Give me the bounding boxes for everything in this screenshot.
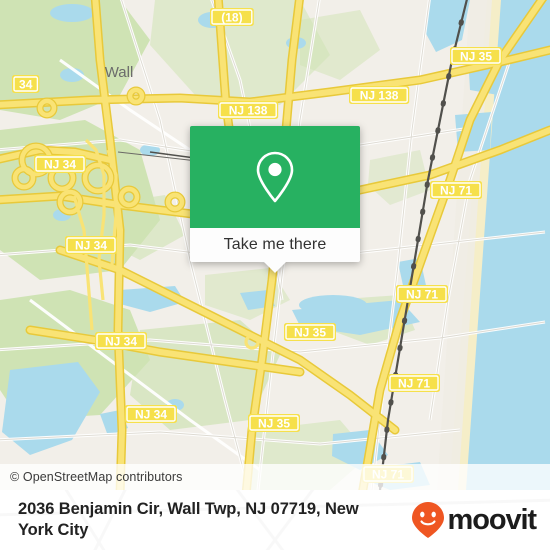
map-pin-icon (256, 151, 294, 203)
route-shield-label: 34 (19, 77, 33, 91)
route-shield: NJ 34 (65, 236, 117, 254)
route-shield-label: NJ 34 (105, 334, 137, 348)
route-shield-label: NJ 35 (460, 49, 492, 63)
route-shield-label: NJ 35 (294, 325, 326, 339)
route-shield-label: (18) (221, 10, 242, 24)
take-me-there-button[interactable]: Take me there (190, 228, 360, 273)
address-text: 2036 Benjamin Cir, Wall Twp, NJ 07719, N… (18, 499, 359, 539)
callout-pointer-tail (264, 262, 286, 273)
route-shield: NJ 71 (396, 285, 448, 303)
take-me-there-label: Take me there (223, 236, 327, 253)
route-shield: NJ 34 (125, 405, 177, 423)
route-shield-label: NJ 34 (44, 157, 76, 171)
route-shield-label: NJ 138 (360, 88, 399, 102)
footer-bar: 2036 Benjamin Cir, Wall Twp, NJ 07719, N… (0, 490, 550, 550)
route-shield-label: NJ 34 (135, 407, 167, 421)
route-shield: NJ 35 (284, 323, 336, 341)
route-shield: NJ 35 (450, 47, 502, 65)
route-shield: NJ 34 (95, 332, 147, 350)
attribution-text: © OpenStreetMap contributors (10, 470, 183, 484)
route-shield: NJ 138 (218, 101, 279, 119)
moovit-smiley-pin-icon (411, 502, 444, 538)
route-shield: NJ 138 (349, 86, 410, 104)
route-shield: NJ 71 (388, 374, 440, 392)
route-shield-label: NJ 35 (258, 416, 290, 430)
route-shield-label: NJ 71 (398, 376, 430, 390)
route-shield: NJ 71 (430, 181, 482, 199)
moovit-map-screenshot: Wall 34 NJ 34 NJ 34 NJ 34 NJ 34 (18) NJ 138 NJ … (0, 0, 550, 550)
route-shield-label: NJ 138 (229, 103, 268, 117)
callout-pin-panel (190, 126, 360, 228)
map-attribution: © OpenStreetMap contributors (0, 464, 550, 490)
route-shield: (18) (210, 8, 254, 26)
map-canvas[interactable]: Wall 34 NJ 34 NJ 34 NJ 34 NJ 34 (18) NJ 138 NJ … (0, 0, 550, 490)
route-shield: NJ 35 (248, 414, 300, 432)
route-shield: 34 (12, 75, 40, 93)
moovit-logo[interactable]: moovit (411, 501, 538, 539)
route-shield-label: NJ 71 (406, 287, 438, 301)
route-shield: NJ 34 (34, 155, 86, 173)
moovit-wordmark: moovit (447, 503, 538, 536)
route-shield-label: NJ 71 (440, 183, 472, 197)
route-shield-label: NJ 34 (75, 238, 107, 252)
take-me-there-callout[interactable]: Take me there (190, 126, 360, 273)
